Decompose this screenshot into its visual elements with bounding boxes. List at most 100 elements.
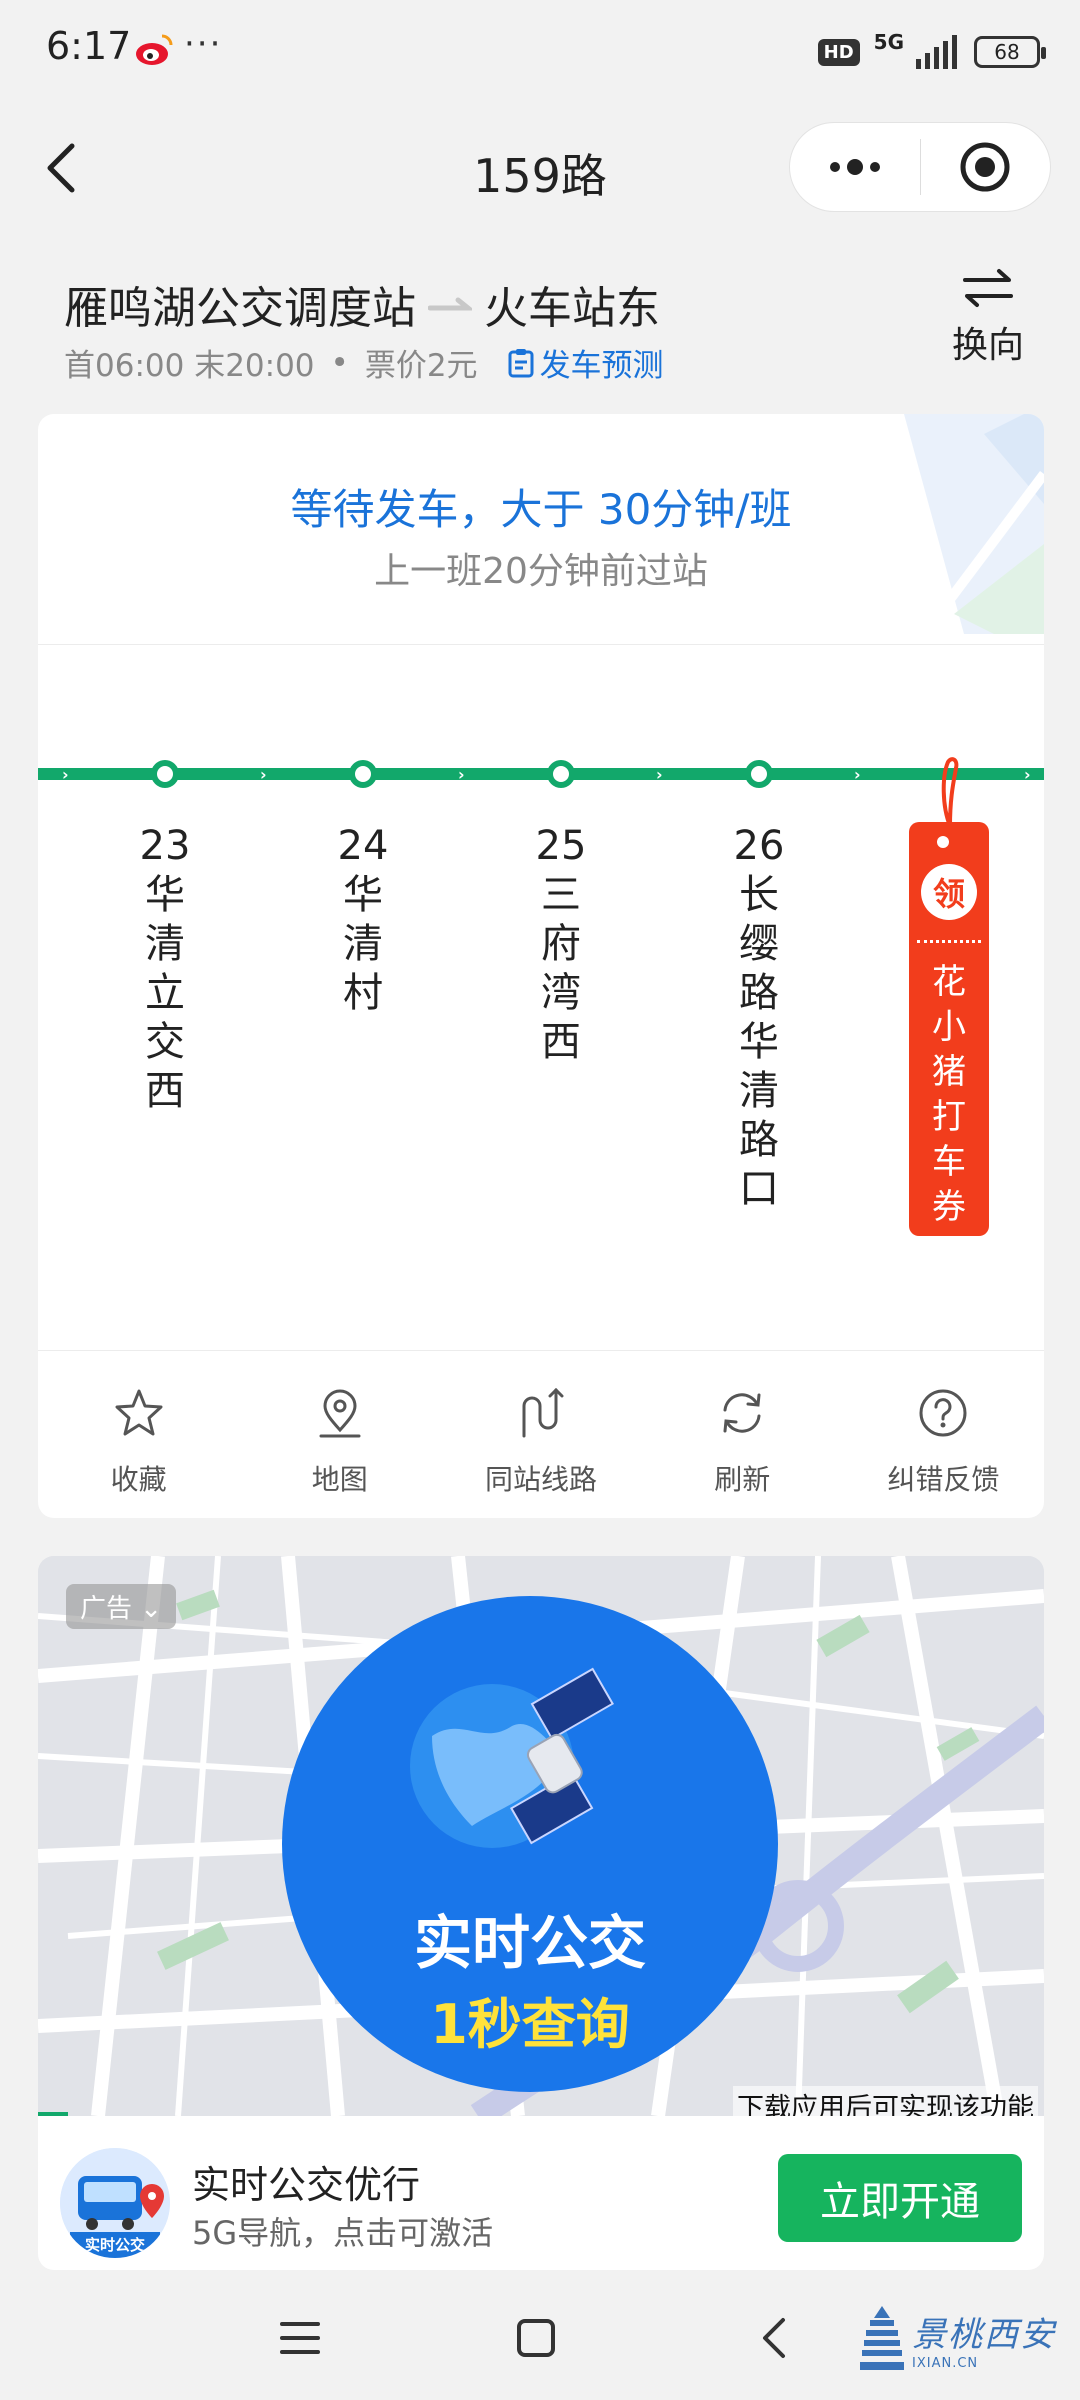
stop-node[interactable]	[547, 760, 575, 788]
claim-badge: 领	[921, 864, 977, 920]
refresh-button[interactable]: 刷新	[642, 1374, 843, 1504]
more-dots-icon	[829, 159, 880, 175]
satellite-globe-icon	[410, 1667, 614, 1848]
forecast-link[interactable]: 发车预测	[508, 340, 664, 385]
route-title: 雁鸣湖公交调度站 火车站东	[64, 272, 660, 336]
route-line	[38, 768, 1044, 780]
stop-name: 华清立交西	[145, 872, 185, 1114]
route-to: 火车站东	[484, 283, 660, 334]
map-button[interactable]: 地图	[239, 1374, 440, 1504]
action-label: 同站线路	[485, 1463, 598, 1496]
action-label: 刷新	[714, 1463, 771, 1496]
app-description: 5G导航，点击可激活	[192, 2214, 494, 2252]
coupon-divider	[917, 940, 981, 943]
taxi-coupon[interactable]: 领 花小猪打车券	[909, 822, 989, 1236]
swap-icon	[963, 269, 1013, 307]
star-icon	[115, 1389, 163, 1436]
clipboard-icon	[508, 348, 534, 377]
menu-icon	[280, 2322, 320, 2354]
stop-item[interactable]: 23 华清立交西	[135, 822, 195, 1116]
info-separator: •	[330, 344, 349, 381]
stop-item[interactable]: 26 长缨路华清路口	[729, 822, 789, 1214]
back-nav-icon	[763, 2318, 785, 2358]
close-button[interactable]	[921, 123, 1051, 211]
coupon-text: 花小猪打车券	[932, 962, 966, 1227]
stop-name: 长缨路华清路口	[739, 872, 779, 1212]
stop-number: 26	[733, 823, 785, 869]
route-chevron-icon: ›	[458, 765, 465, 784]
home-nav-button[interactable]	[496, 2298, 576, 2378]
stop-node[interactable]	[151, 760, 179, 788]
stop-node[interactable]	[745, 760, 773, 788]
system-nav-bar: 景桃西安 IXIAN.CN	[0, 2276, 1080, 2400]
same-station-routes-button[interactable]: 同站线路	[440, 1374, 641, 1504]
ad-subheadline: 1秒查询	[430, 1993, 630, 2056]
route-chevron-icon: ›	[62, 765, 69, 784]
download-note: 下载应用后可实现该功能	[733, 2086, 1038, 2116]
ad-tag[interactable]: 广告 ⌄	[66, 1584, 177, 1629]
route-info: 首06:00 末20:00 • 票价2元 发车预测	[64, 340, 664, 385]
route-chevron-icon: ›	[854, 765, 861, 784]
app-icon: 实时公交	[60, 2148, 170, 2258]
activate-button[interactable]: 立即开通	[778, 2154, 1022, 2242]
mini-program-capsule	[789, 122, 1051, 212]
stop-node[interactable]	[349, 760, 377, 788]
route-from: 雁鸣湖公交调度站	[64, 283, 416, 334]
back-nav-button[interactable]	[734, 2298, 814, 2378]
watermark: 景桃西安 IXIAN.CN	[860, 2294, 1080, 2384]
back-icon[interactable]	[38, 138, 88, 198]
network-label: 5G	[873, 30, 904, 54]
route-icon	[522, 1387, 564, 1438]
route-fare: 票价2元	[364, 348, 478, 384]
action-bar: 收藏 地图 同站线路 刷新 纠错反馈	[38, 1374, 1044, 1504]
tower-logo-icon	[860, 2306, 904, 2370]
app-icon-label: 实时公交	[84, 2236, 145, 2254]
ad-progress	[38, 2112, 68, 2116]
stop-name: 三府湾西	[541, 872, 581, 1065]
divider	[38, 1350, 1044, 1351]
signal-icon	[916, 35, 957, 69]
help-icon	[919, 1389, 967, 1437]
battery-level: 68	[994, 40, 1020, 64]
stop-number: 23	[139, 823, 191, 869]
action-label: 纠错反馈	[887, 1463, 1000, 1496]
coupon-string-icon	[941, 757, 959, 827]
battery-icon: 68	[974, 36, 1046, 68]
home-square-icon	[517, 2319, 555, 2357]
route-chevron-icon: ›	[260, 765, 267, 784]
ad-circle: 实时公交 1秒查询	[282, 1596, 778, 2092]
refresh-icon	[723, 1393, 761, 1433]
stop-name: 华清村	[343, 872, 383, 1016]
status-bar: 6:17 ··· HD 5G 68	[0, 0, 1080, 100]
stop-number: 25	[535, 823, 587, 869]
ad-headline: 实时公交	[413, 1909, 646, 1977]
route-arrow-icon	[428, 297, 472, 311]
last-bus-info: 上一班20分钟前过站	[374, 551, 708, 592]
ad-card[interactable]: 广告 ⌄ 实时公交 1秒查询 下载应用后可实现该功能 实时公交 实时公交优行 5…	[38, 1556, 1044, 2270]
status-time: 6:17	[46, 24, 132, 68]
weibo-icon	[136, 34, 173, 65]
stop-item[interactable]: 24 华清村	[333, 822, 393, 1018]
feedback-button[interactable]: 纠错反馈	[843, 1374, 1044, 1504]
reverse-label: 换向	[951, 325, 1024, 366]
status-indicators: HD 5G 68	[817, 30, 1046, 74]
route-chevron-icon: ›	[1024, 765, 1031, 784]
reverse-direction-button[interactable]: 换向	[940, 268, 1036, 368]
action-label: 地图	[311, 1463, 368, 1496]
watermark-url: IXIAN.CN	[912, 2356, 979, 2371]
stop-number: 24	[337, 823, 389, 869]
route-hours: 首06:00 末20:00	[64, 348, 315, 384]
action-label: 收藏	[110, 1463, 167, 1496]
bus-status-card: 等待发车，大于 30分钟/班 上一班20分钟前过站 › › › › › › 23 华清立交…	[38, 414, 1044, 1518]
favorite-button[interactable]: 收藏	[38, 1374, 239, 1504]
route-chevron-icon: ›	[656, 765, 663, 784]
app-title: 实时公交优行	[192, 2163, 421, 2207]
coupon-hole	[937, 836, 949, 848]
more-button[interactable]	[790, 123, 920, 211]
ad-map-background: 广告 ⌄ 实时公交 1秒查询 下载应用后可实现该功能	[38, 1556, 1044, 2116]
watermark-text: 景桃西安	[912, 2315, 1056, 2355]
ad-tag-label: 广告	[80, 1594, 133, 1624]
stop-item[interactable]: 25 三府湾西	[531, 822, 591, 1067]
menu-nav-button[interactable]	[260, 2298, 340, 2378]
waiting-status: 等待发车，大于 30分钟/班	[290, 485, 792, 534]
